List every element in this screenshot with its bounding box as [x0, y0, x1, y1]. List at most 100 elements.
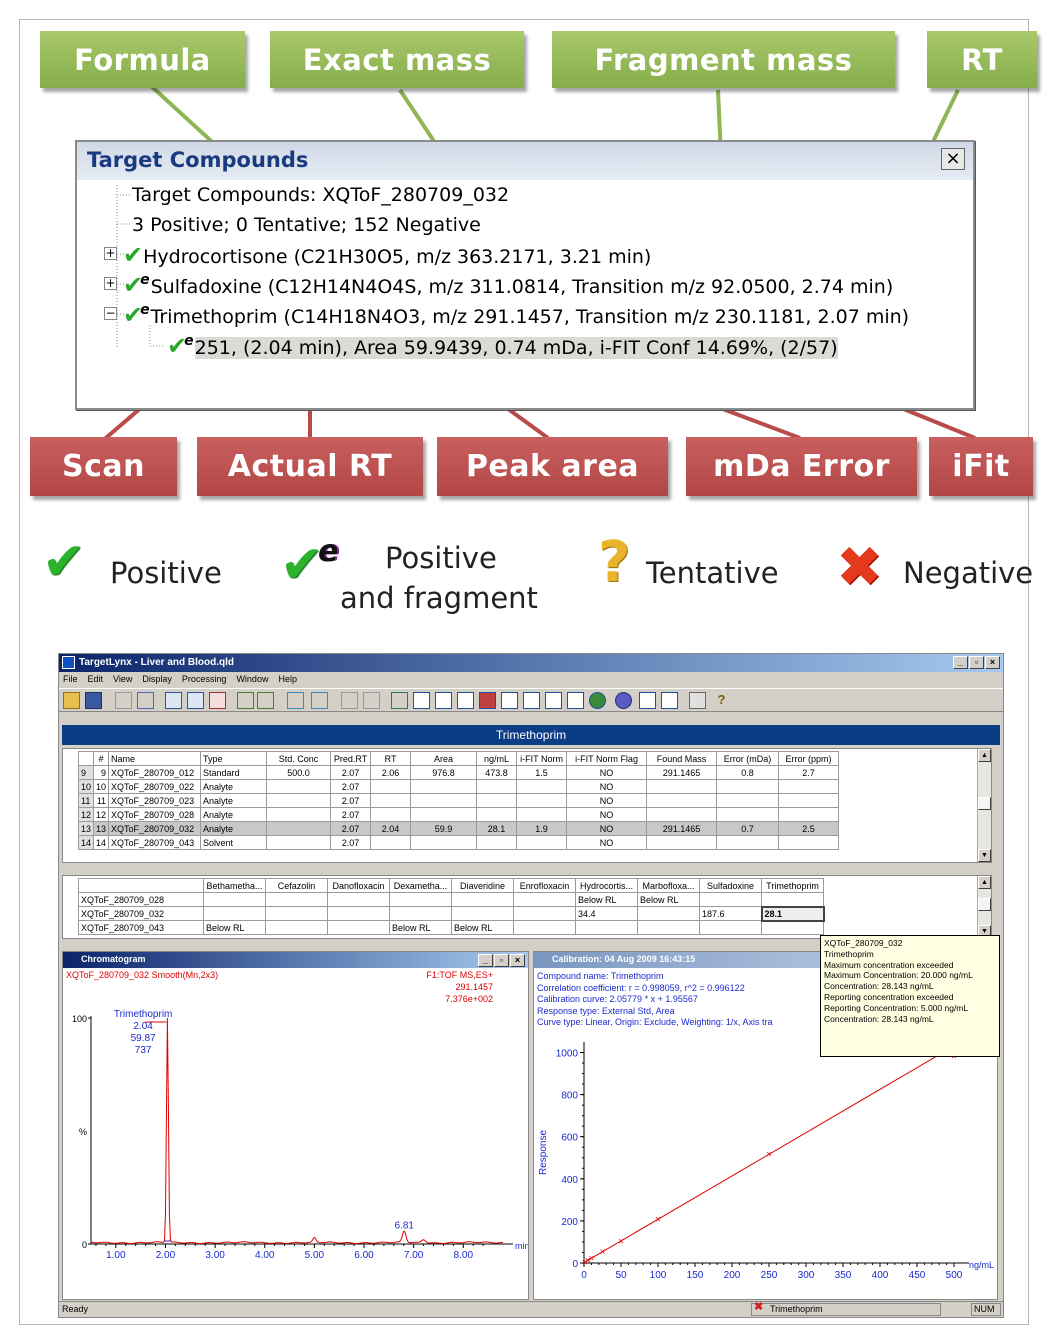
close-button[interactable]: × [510, 954, 525, 967]
summary-icon[interactable] [523, 692, 540, 709]
table-cell [637, 906, 700, 921]
col-header[interactable]: Found Mass [646, 751, 718, 766]
table-row[interactable]: XQToF_280709_028 Below RL Below RL [78, 892, 824, 907]
col-header[interactable]: Type [200, 751, 268, 766]
close-icon[interactable]: × [941, 148, 965, 170]
col-header[interactable] [77, 751, 95, 766]
globe-icon[interactable] [589, 692, 606, 709]
minimize-button[interactable]: _ [478, 954, 493, 967]
table-row[interactable]: XQToF_280709_043 Below RL Below RL Below RL [78, 920, 824, 935]
export-icon[interactable] [209, 692, 226, 709]
y-axis-label: % [79, 1127, 87, 1137]
calibration-plot[interactable]: 1000 800 600 400 200 00 50 100 150 200 250 300 350 40… [534, 1032, 997, 1299]
col-header[interactable]: Hydrocortis... [575, 878, 638, 893]
col-header[interactable]: Error (mDa) [716, 751, 780, 766]
callout-fragment-mass: Fragment mass [552, 31, 895, 88]
save-icon[interactable] [85, 692, 102, 709]
col-header[interactable]: Area [410, 751, 478, 766]
color-chart-icon[interactable] [479, 692, 496, 709]
restore-button[interactable]: ▫ [969, 656, 984, 669]
col-header[interactable]: Error (ppm) [778, 751, 840, 766]
col-header[interactable]: Enrofloxacin [513, 878, 576, 893]
next-compound-icon[interactable] [311, 692, 328, 709]
toolbar: ? [59, 688, 1003, 712]
bar-chart-icon[interactable] [457, 692, 474, 709]
tree-item-sulfadoxine[interactable]: ✔eSulfadoxine (C12H14N4O4S, m/z 311.0814… [123, 270, 893, 300]
col-header[interactable]: Bethametha... [203, 878, 266, 893]
minimize-button[interactable]: _ [953, 656, 968, 669]
tree-item-trimethoprim-scan[interactable]: ✔e251, (2.04 min), Area 59.9439, 0.74 mD… [167, 331, 838, 361]
zoom-icon[interactable] [391, 692, 408, 709]
menu-view[interactable]: View [113, 672, 132, 687]
restore-button[interactable]: ▫ [494, 954, 509, 967]
col-header[interactable]: Cefazolin [265, 878, 328, 893]
tree-root-label[interactable]: Target Compounds: XQToF_280709_032 [132, 180, 509, 210]
menu-processing[interactable]: Processing [182, 672, 227, 687]
col-header[interactable]: i-FIT Norm [516, 751, 568, 766]
report-icon[interactable] [165, 692, 182, 709]
previous-icon[interactable] [237, 692, 254, 709]
col-header[interactable]: RT [370, 751, 412, 766]
table-row[interactable]: 14 14 XQToF_280709_043 Solvent 2.07 NO [77, 835, 840, 850]
table-row[interactable]: 9 9 XQToF_280709_012 Standard 500.0 2.07 2.06 9… [77, 765, 840, 780]
col-header[interactable]: # [93, 751, 110, 766]
col-header[interactable] [78, 878, 204, 893]
x-tick-label: 1.00 [106, 1250, 126, 1261]
eraser-icon[interactable] [615, 692, 632, 709]
next-icon[interactable] [257, 692, 274, 709]
print-icon[interactable] [689, 692, 706, 709]
table-cell [266, 779, 332, 794]
table-icon[interactable] [501, 692, 518, 709]
menu-file[interactable]: File [63, 672, 78, 687]
preview-icon[interactable] [187, 692, 204, 709]
chromatogram-title: Chromatogram [81, 954, 146, 964]
spectrum-icon[interactable] [435, 692, 452, 709]
book-icon[interactable] [567, 692, 584, 709]
col-header[interactable]: Trimethoprim [761, 878, 824, 893]
sample-table-scrollbar[interactable]: ▲ ▼ [977, 749, 991, 862]
table-row[interactable]: 11 11 XQToF_280709_023 Analyte 2.07 NO [77, 793, 840, 808]
table-cell: XQToF_280709_043 [78, 920, 204, 935]
calibration-icon[interactable] [545, 692, 562, 709]
target-compounds-window: Target Compounds × Target Compounds: XQT… [75, 140, 975, 410]
menu-display[interactable]: Display [142, 672, 172, 687]
col-header[interactable]: ng/mL [476, 751, 518, 766]
menu-help[interactable]: Help [278, 672, 297, 687]
prev-compound-icon[interactable] [287, 692, 304, 709]
open-icon[interactable] [63, 692, 80, 709]
close-button[interactable]: × [985, 656, 1000, 669]
col-header[interactable]: Diaveridine [451, 878, 514, 893]
peak-left-icon[interactable] [341, 692, 358, 709]
peak-right-icon[interactable] [363, 692, 380, 709]
chromatogram-plot[interactable]: XQToF_280709_032 Smooth(Mn,2x3) F1:TOF MS… [63, 968, 528, 1299]
menu-window[interactable]: Window [236, 672, 268, 687]
summary-table-scrollbar[interactable]: ▲ ▼ [977, 876, 991, 938]
callout-peak-area: Peak area [437, 437, 668, 496]
tree-item-trimethoprim[interactable]: ✔eTrimethoprim (C14H18N4O3, m/z 291.1457… [123, 300, 909, 330]
table-row[interactable]: 10 10 XQToF_280709_022 Analyte 2.07 NO [77, 779, 840, 794]
expand-hydrocortisone-icon[interactable]: + [104, 247, 117, 260]
col-header[interactable]: Name [108, 751, 202, 766]
table-cell: 2.07 [330, 765, 372, 780]
sample-list-icon[interactable] [137, 692, 154, 709]
horizontal-split-icon[interactable] [639, 692, 656, 709]
collapse-trimethoprim-icon[interactable]: − [104, 307, 117, 320]
help-icon[interactable]: ? [713, 692, 730, 709]
col-header[interactable]: Dexametha... [389, 878, 452, 893]
col-header[interactable]: Std. Conc [266, 751, 332, 766]
legend-tentative: Tentative [646, 556, 779, 590]
col-header[interactable]: Sulfadoxine [699, 878, 762, 893]
chromatogram-icon[interactable] [413, 692, 430, 709]
tree-item-hydrocortisone[interactable]: ✔Hydrocortisone (C21H30O5, m/z 363.2171,… [123, 240, 651, 270]
col-header[interactable]: i-FIT Norm Flag [566, 751, 648, 766]
expand-sulfadoxine-icon[interactable]: + [104, 277, 117, 290]
table-row[interactable]: 12 12 XQToF_280709_028 Analyte 2.07 NO [77, 807, 840, 822]
menu-edit[interactable]: Edit [88, 672, 104, 687]
col-header[interactable]: Danofloxacin [327, 878, 390, 893]
col-header[interactable]: Marbofloxa... [637, 878, 700, 893]
table-row[interactable]: 13 13 XQToF_280709_032 Analyte 2.07 2.04 59.9 2… [77, 821, 840, 836]
edit-icon[interactable] [115, 692, 132, 709]
vertical-split-icon[interactable] [661, 692, 678, 709]
col-header[interactable]: Pred.RT [330, 751, 372, 766]
table-row[interactable]: XQToF_280709_032 34.4 187.6 28.1 [78, 905, 825, 922]
